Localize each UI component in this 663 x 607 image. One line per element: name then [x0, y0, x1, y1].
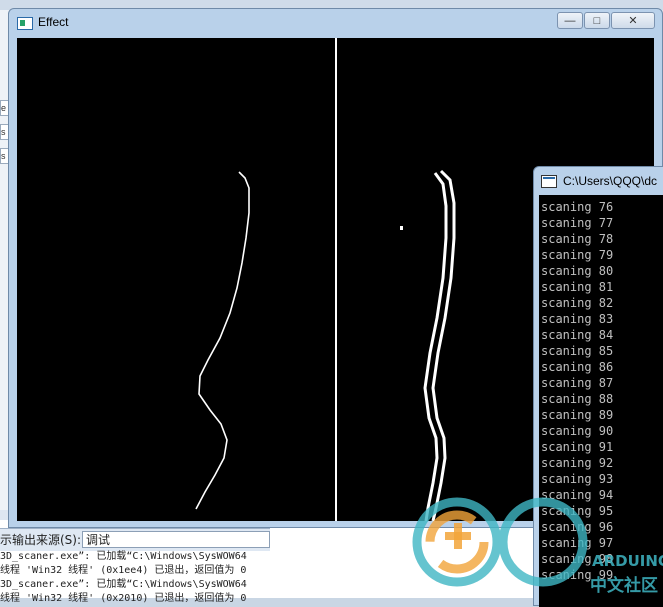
console-line: scaning 87	[541, 376, 614, 390]
console-line: scaning 79	[541, 248, 614, 262]
console-line: scaning 91	[541, 440, 614, 454]
console-line: scaning 89	[541, 408, 614, 422]
console-line: scaning 77	[541, 216, 614, 230]
console-line: scaning 85	[541, 344, 614, 358]
console-line: scaning 84	[541, 328, 614, 342]
minimize-button[interactable]: —	[557, 12, 583, 29]
console-line: scaning 86	[541, 360, 614, 374]
console-app-icon	[541, 175, 557, 188]
console-line: scaning 78	[541, 232, 614, 246]
output-line: 线程 'Win32 线程' (0x1ee4) 已退出，返回值为 0	[0, 565, 247, 576]
console-line: scaning 88	[541, 392, 614, 406]
watermark-text: ARDUINO	[592, 552, 663, 570]
console-window-title: C:\Users\QQQ\dc	[563, 174, 658, 188]
console-line: scaning 80	[541, 264, 614, 278]
console-line: scaning 82	[541, 296, 614, 310]
output-source-label: 示输出来源(S):	[0, 533, 82, 547]
maximize-button[interactable]: □	[584, 12, 610, 29]
noise-dot	[400, 226, 403, 230]
panel-divider	[335, 38, 337, 521]
output-source-select[interactable]: 调试	[82, 531, 270, 548]
output-toolbar: 示输出来源(S): 调试	[0, 528, 270, 551]
console-line: scaning 83	[541, 312, 614, 326]
console-line: scaning 90	[541, 424, 614, 438]
console-line: scaning 76	[541, 200, 614, 214]
watermark-text-cn: 中文社区	[590, 576, 658, 596]
output-line: 3D_scaner.exe”: 已加载“C:\Windows\SysWOW64	[0, 579, 247, 590]
console-line: scaning 81	[541, 280, 614, 294]
effect-window-title: Effect	[38, 15, 69, 29]
close-button[interactable]: ✕	[611, 12, 655, 29]
output-line: 线程 'Win32 线程' (0x2010) 已退出，返回值为 0	[0, 593, 247, 604]
left-profile-curve	[195, 171, 250, 510]
output-line: 3D_scaner.exe”: 已加载“C:\Windows\SysWOW64	[0, 551, 247, 562]
console-line: scaning 93	[541, 472, 614, 486]
window-app-icon	[17, 17, 33, 30]
console-line: scaning 92	[541, 456, 614, 470]
effect-titlebar[interactable]: Effect — □ ✕	[9, 9, 662, 37]
